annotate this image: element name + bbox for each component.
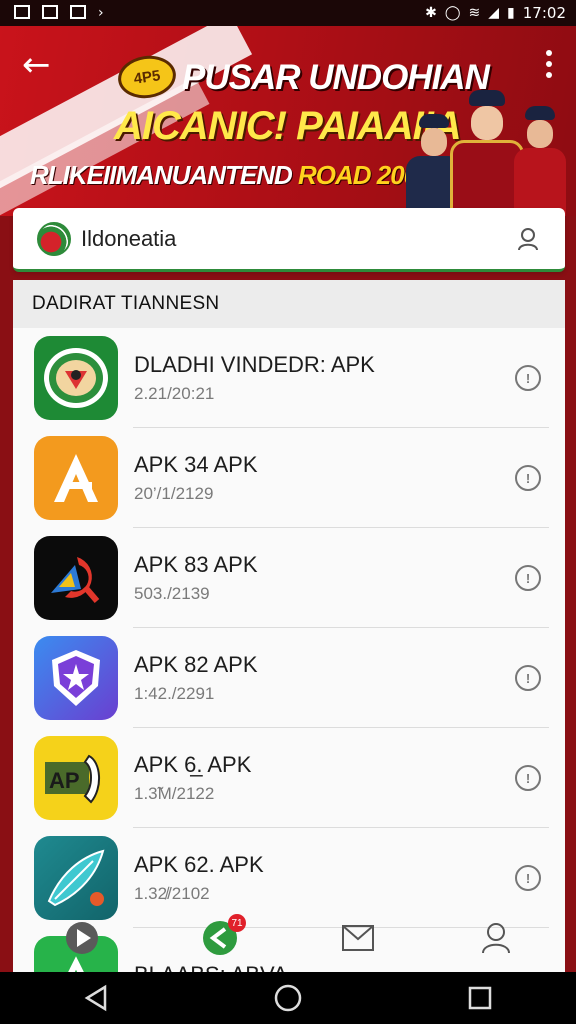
- list-item[interactable]: DLADHI VINDEDR: APK 2.21/20:21 !: [13, 328, 565, 428]
- notification-badge: 71: [228, 914, 246, 932]
- play-icon: [66, 922, 98, 954]
- ap-badge-icon: AP: [34, 736, 118, 820]
- signal-icon: ◢: [488, 5, 500, 21]
- officials-illustration: [406, 86, 566, 216]
- bluetooth-icon: ✱: [425, 5, 437, 21]
- wifi-icon: ≋: [468, 5, 481, 21]
- info-icon[interactable]: !: [515, 665, 541, 691]
- official-figure: [514, 106, 566, 216]
- info-icon[interactable]: !: [515, 465, 541, 491]
- home-circle-icon[interactable]: [274, 984, 302, 1012]
- emblem-icon: [34, 336, 118, 420]
- app-meta: 20’/1/2129: [134, 484, 214, 503]
- search-text[interactable]: Ildoneatia: [81, 226, 517, 252]
- nav-profile[interactable]: [466, 908, 526, 968]
- official-figure: [450, 90, 524, 216]
- alarm-icon: ◯: [444, 5, 461, 21]
- svg-text:AP: AP: [49, 768, 80, 793]
- app-meta: 1.3̃M/2122: [134, 784, 215, 803]
- app-name: DLADHI VINDEDR: APK: [134, 352, 375, 377]
- indonesia-logo-icon: [37, 221, 71, 256]
- info-icon[interactable]: !: [515, 765, 541, 791]
- nav-play[interactable]: [52, 908, 112, 968]
- status-time: 17:02: [522, 4, 566, 22]
- app-list-panel: DADIRAT TIANNESN DLADHI VINDEDR: APK 2.2…: [13, 280, 565, 972]
- list-item[interactable]: APK 34 APK 20’/1/2129 !: [13, 428, 565, 528]
- list-item[interactable]: APK 82 APK 1:42./2291 !: [13, 628, 565, 728]
- app-meta: 1:42./2291: [134, 684, 215, 703]
- shield-star-icon: [34, 636, 118, 720]
- back-arrow-icon[interactable]: ←: [22, 48, 51, 82]
- promo-banner: ← 4P5 PUSAR UNDOHIAN AICANIC! PAIAAIIA R…: [0, 26, 576, 216]
- app-meta: 2.21/20:21: [134, 384, 215, 403]
- image-notification-icon: [42, 5, 58, 19]
- chevron-icon: ›: [98, 5, 104, 21]
- notification-icon: [14, 5, 30, 19]
- search-bar[interactable]: Ildoneatia: [13, 208, 565, 272]
- app-notification-icon: [70, 5, 86, 19]
- bottom-navigation: 71: [13, 905, 565, 971]
- battery-icon: ▮: [507, 5, 515, 21]
- app-meta: 503./2139: [134, 584, 210, 603]
- profile-icon[interactable]: [517, 227, 539, 251]
- recents-square-icon[interactable]: [467, 985, 493, 1011]
- app-name: APK 6̲. APK: [134, 752, 252, 777]
- section-title: DADIRAT TIANNESN: [13, 280, 565, 328]
- app-meta: 1.32̸/2102: [134, 884, 210, 903]
- info-icon[interactable]: !: [515, 865, 541, 891]
- app-name: APK 62. APK: [134, 852, 264, 877]
- more-options-icon[interactable]: [546, 50, 552, 78]
- banner-tagline: RLIKEIIMANUANTEND ROAD 2000: [30, 160, 432, 191]
- list-item[interactable]: APK 83 APK 503./2139 !: [13, 528, 565, 628]
- status-bar: › ✱ ◯ ≋ ◢ ▮ 17:02: [0, 0, 576, 26]
- system-navigation-bar: [0, 972, 576, 1024]
- app-name: APK 34 APK: [134, 452, 258, 477]
- nav-share[interactable]: 71: [190, 908, 250, 968]
- letter-a-icon: [34, 436, 118, 520]
- mail-icon: [342, 925, 374, 951]
- info-icon[interactable]: !: [515, 365, 541, 391]
- sickle-icon: [34, 536, 118, 620]
- profile-icon: [482, 923, 510, 954]
- app-name: APK 82 APK: [134, 652, 258, 677]
- list-item[interactable]: AP APK 6̲. APK 1.3̃M/2122 !: [13, 728, 565, 828]
- app-name: APK 83 APK: [134, 552, 258, 577]
- banner-tagline-main: RLIKEIIMANUANTEND: [30, 160, 293, 190]
- nav-messages[interactable]: [328, 908, 388, 968]
- info-icon[interactable]: !: [515, 565, 541, 591]
- back-triangle-icon[interactable]: [83, 984, 109, 1012]
